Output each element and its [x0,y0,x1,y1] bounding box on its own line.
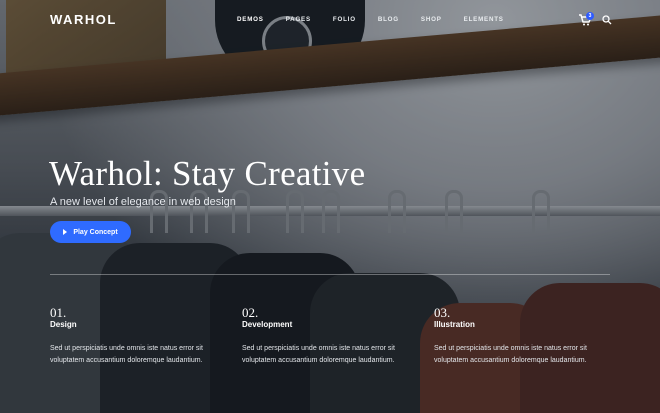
nav-item-elements[interactable]: ELEMENTS [464,16,504,23]
section-divider [50,274,610,275]
feature-number: 01. [50,305,67,320]
main-nav: DEMOS PAGES FOLIO BLOG SHOP ELEMENTS [237,16,504,23]
nav-item-demos[interactable]: DEMOS [237,16,264,23]
brand-logo[interactable]: WARHOL [50,12,117,27]
feature-text: Sed ut perspiciatis unde omnis iste natu… [242,345,395,364]
feature-number: 03. [434,305,451,320]
hero-title: Warhol: Stay Creative [49,154,366,193]
feature-design: 01. Design Sed ut perspiciatis unde omni… [50,306,225,367]
play-concept-label: Play Concept [73,228,118,236]
feature-number: 02. [242,305,259,320]
feature-illustration: 03. Illustration Sed ut perspiciatis und… [434,306,609,367]
play-icon [63,229,68,235]
feature-text: Sed ut perspiciatis unde omnis iste natu… [434,345,587,364]
search-icon[interactable] [602,15,612,25]
feature-text: Sed ut perspiciatis unde omnis iste natu… [50,345,203,364]
feature-development: 02. Development Sed ut perspiciatis unde… [242,306,417,367]
hero-subtitle: A new level of elegance in web design [50,196,236,208]
feature-title: Design [50,320,77,329]
play-concept-button[interactable]: Play Concept [50,221,131,243]
nav-item-folio[interactable]: FOLIO [333,16,356,23]
nav-item-pages[interactable]: PAGES [286,16,311,23]
feature-title: Illustration [434,320,475,329]
nav-item-blog[interactable]: BLOG [378,16,399,23]
cart-count-badge: 3 [586,12,594,20]
feature-title: Development [242,320,293,329]
nav-item-shop[interactable]: SHOP [421,16,442,23]
